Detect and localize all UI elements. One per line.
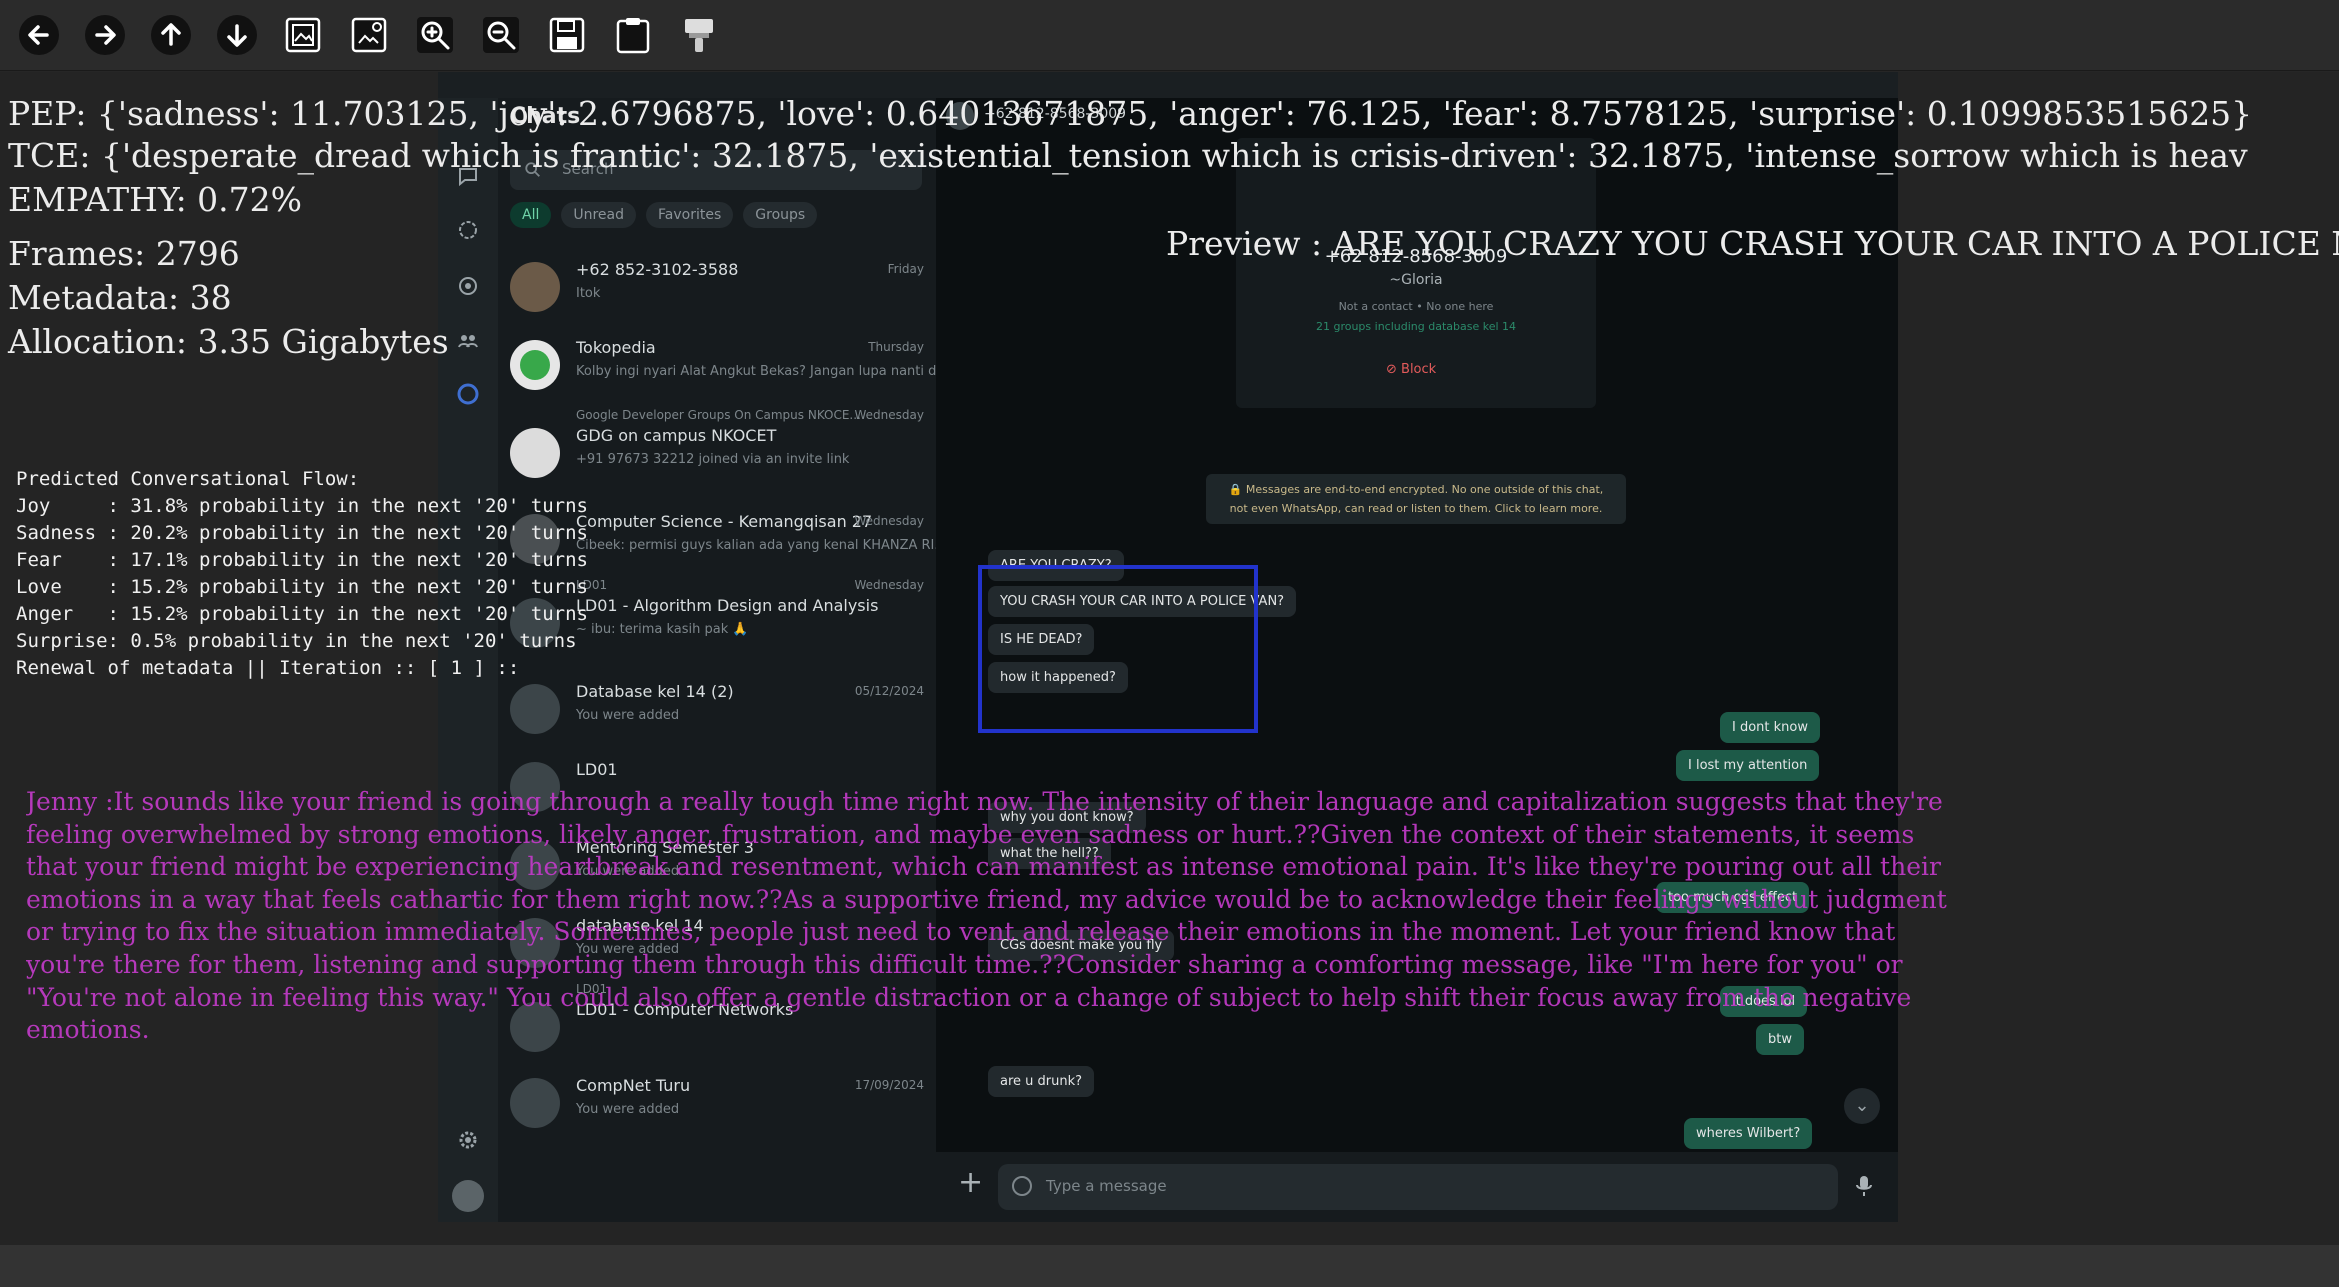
chat-preview: Cibeek: permisi guys kalian ada yang ken… <box>576 538 947 553</box>
chat-preview: Kolby ingi nyari Alat Angkut Bekas? Jang… <box>576 364 953 379</box>
tce-readout: TCE: {'desperate_dread which is frantic'… <box>8 136 2248 175</box>
incoming-message: are u drunk? <box>988 1066 1095 1097</box>
jenny-response-text: Jenny :It sounds like your friend is goi… <box>26 786 2306 1047</box>
chat-list-item[interactable]: Database kel 14 (2) You were added 05/12… <box>498 672 936 750</box>
flow-line-anger: Anger : 15.2% probability in the next '2… <box>16 603 588 625</box>
down-arrow-icon[interactable] <box>210 8 264 62</box>
filter-chip-unread[interactable]: Unread <box>561 202 637 228</box>
chat-name: +62 852-3102-3588 <box>576 260 739 279</box>
chat-name: GDG on campus NKOCET <box>576 426 777 445</box>
preview-text: Preview : ARE YOU CRAZY YOU CRASH YOUR C… <box>1166 224 2339 263</box>
filter-chips: All Unread Favorites Groups <box>510 202 827 228</box>
fit-image-icon[interactable] <box>276 8 330 62</box>
flow-title: Predicted Conversational Flow: <box>16 468 360 490</box>
chat-preview: +91 97673 32212 joined via an invite lin… <box>576 452 850 467</box>
jenny-line: emotions in a way that feels cathartic f… <box>26 884 1947 914</box>
avatar <box>510 684 560 734</box>
jenny-line: Jenny :It sounds like your friend is goi… <box>26 787 1943 816</box>
chat-preview: ~ ibu: terima kasih pak 🙏 <box>576 622 749 637</box>
emoji-icon[interactable] <box>1012 1176 1032 1196</box>
scroll-down-button[interactable]: ⌄ <box>1844 1088 1880 1124</box>
chat-name: LD01 - Algorithm Design and Analysis <box>576 596 879 615</box>
chat-name: LD01 <box>576 760 618 779</box>
predicted-flow-panel: Predicted Conversational Flow: Joy : 31.8… <box>16 466 588 682</box>
empathy-readout: EMPATHY: 0.72% <box>8 180 303 219</box>
encryption-notice[interactable]: 🔒 Messages are end-to-end encrypted. No … <box>1206 474 1626 524</box>
viewer-toolbar <box>0 0 2339 71</box>
chat-group-prefix: Google Developer Groups On Campus NKOCE.… <box>576 408 861 422</box>
chat-list-item[interactable]: CompNet Turu You were added 17/09/2024 <box>498 1066 936 1144</box>
jenny-line: that your friend might be experiencing h… <box>26 852 1941 882</box>
flow-line-fear: Fear : 17.1% probability in the next '20… <box>16 549 588 571</box>
chat-preview: You were added <box>576 708 680 723</box>
renewal-line: Renewal of metadata || Iteration :: [ 1 … <box>16 657 520 679</box>
block-button[interactable]: ⊘ Block <box>1386 362 1436 377</box>
contact-name: ~Gloria <box>1389 272 1443 288</box>
flow-line-love: Love : 15.2% probability in the next '20… <box>16 576 588 598</box>
chat-name: Database kel 14 (2) <box>576 682 734 701</box>
outgoing-message: I lost my attention <box>1676 750 1820 781</box>
message-placeholder: Type a message <box>1046 1177 1167 1195</box>
chat-time: 05/12/2024 <box>854 684 924 698</box>
chat-time: Wednesday <box>854 578 924 592</box>
chat-list-item[interactable]: Tokopedia Kolby ingi nyari Alat Angkut B… <box>498 328 952 406</box>
image-settings-icon[interactable] <box>342 8 396 62</box>
chat-preview: Itok <box>576 286 601 301</box>
clipboard-icon[interactable] <box>606 8 660 62</box>
jenny-line: feeling overwhelmed by strong emotions, … <box>26 819 1915 849</box>
message-input[interactable]: Type a message <box>998 1164 1838 1210</box>
zoom-out-icon[interactable] <box>474 8 528 62</box>
chat-name: Tokopedia <box>576 338 656 357</box>
avatar <box>510 340 560 390</box>
profile-avatar[interactable] <box>452 1180 484 1212</box>
chat-preview: You were added <box>576 1102 680 1117</box>
block-label: Block <box>1401 362 1437 377</box>
jenny-line: "You're not alone in feeling this way." … <box>26 982 1912 1012</box>
channels-icon[interactable] <box>456 274 480 298</box>
filter-chip-groups[interactable]: Groups <box>743 202 818 228</box>
jenny-line: emotions. <box>26 1015 150 1045</box>
back-arrow-icon[interactable] <box>12 8 66 62</box>
frames-readout: Frames: 2796 <box>8 234 240 273</box>
allocation-readout: Allocation: 3.35 Gigabytes <box>8 322 449 361</box>
contact-groups: 21 groups including database kel 14 <box>1315 320 1517 333</box>
contact-note: Not a contact • No one here <box>1338 300 1494 313</box>
meta-ai-icon[interactable] <box>456 382 480 406</box>
status-bar <box>0 1245 2339 1287</box>
zoom-in-icon[interactable] <box>408 8 462 62</box>
flow-line-surprise: Surprise: 0.5% probability in the next '… <box>16 630 577 652</box>
outgoing-message: wheres Wilbert? <box>1684 1118 1813 1149</box>
jenny-line: you're there for them, listening and sup… <box>26 949 1903 979</box>
save-icon[interactable] <box>540 8 594 62</box>
up-arrow-icon[interactable] <box>144 8 198 62</box>
metadata-readout: Metadata: 38 <box>8 278 232 317</box>
paint-brush-icon[interactable] <box>672 8 726 62</box>
message-composer: + Type a message <box>936 1152 1898 1222</box>
chat-list-item[interactable]: +62 852-3102-3588 Itok Friday <box>498 250 936 328</box>
pep-readout: PEP: {'sadness': 11.703125, 'joy': 2.679… <box>8 94 2253 133</box>
chat-time: Wednesday <box>854 514 924 528</box>
microphone-icon[interactable] <box>1852 1172 1876 1200</box>
status-icon[interactable] <box>456 218 480 242</box>
chat-time: Wednesday <box>854 408 924 422</box>
communities-icon[interactable] <box>456 328 480 352</box>
attach-plus-icon[interactable]: + <box>958 1168 983 1198</box>
avatar <box>510 262 560 312</box>
chat-name: CompNet Turu <box>576 1076 691 1095</box>
filter-chip-all[interactable]: All <box>510 202 552 228</box>
contact-info-card: +62 812-8568-3009 ~Gloria Not a contact … <box>1236 138 1596 408</box>
chat-time: 17/09/2024 <box>854 1078 924 1092</box>
jenny-line: or trying to fix the situation immediate… <box>26 917 1896 947</box>
chat-time: Friday <box>887 262 924 276</box>
detected-message-box <box>978 565 1258 733</box>
chat-time: Thursday <box>868 340 924 354</box>
flow-line-sadness: Sadness : 20.2% probability in the next … <box>16 522 588 544</box>
outgoing-message: I dont know <box>1720 712 1820 743</box>
chat-name: Computer Science - Kemangqisan 27 <box>576 512 873 531</box>
settings-gear-icon[interactable] <box>456 1128 480 1152</box>
avatar <box>510 1078 560 1128</box>
forward-arrow-icon[interactable] <box>78 8 132 62</box>
flow-line-joy: Joy : 31.8% probability in the next '20'… <box>16 495 588 517</box>
filter-chip-favorites[interactable]: Favorites <box>646 202 734 228</box>
